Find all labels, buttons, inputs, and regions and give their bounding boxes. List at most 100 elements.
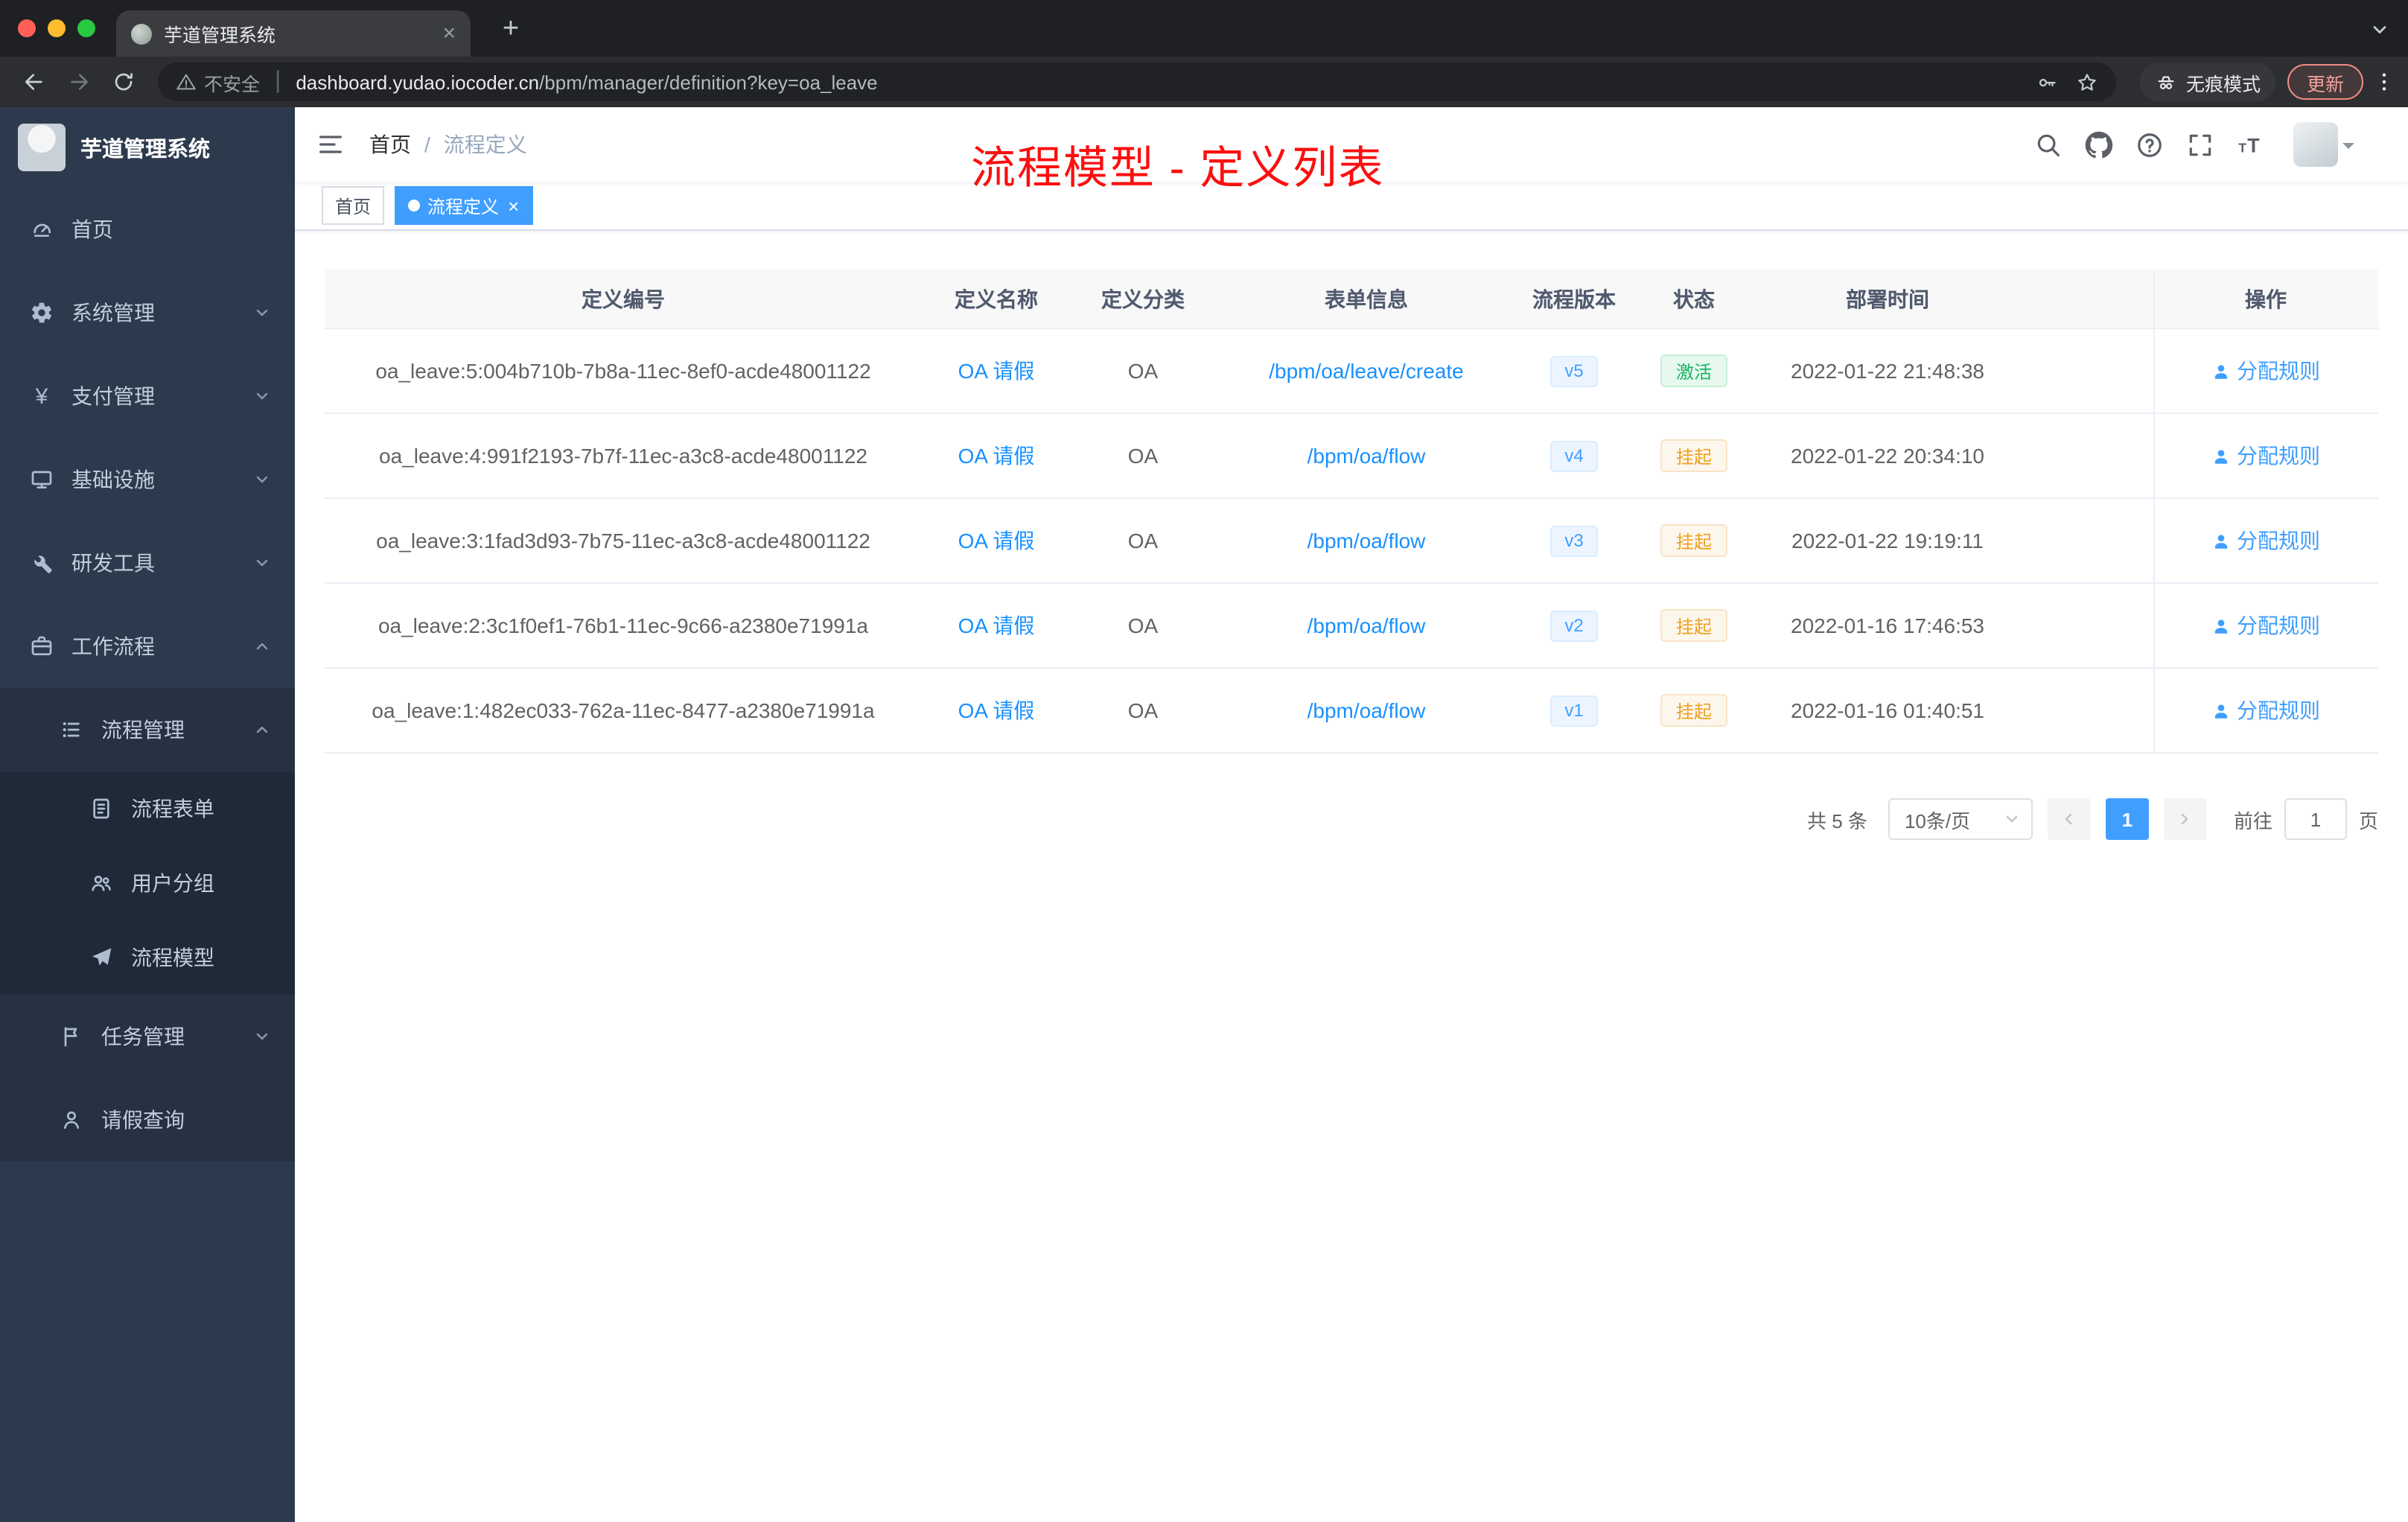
security-status[interactable]: 不安全: [176, 68, 260, 96]
goto-page-input[interactable]: [2284, 798, 2347, 840]
sidebar-item-label: 流程表单: [131, 797, 214, 821]
fullscreen-icon[interactable]: [2186, 130, 2214, 159]
sidebar-item-system[interactable]: 系统管理: [0, 271, 295, 354]
process-version: v2: [1517, 584, 1631, 667]
font-size-icon[interactable]: T T: [2237, 130, 2265, 159]
address-bar[interactable]: 不安全 | dashboard.yudao.iocoder.cn/bpm/man…: [158, 63, 2116, 101]
tab-favicon-icon: [131, 23, 152, 44]
assign-rule-link[interactable]: 分配规则: [2237, 356, 2320, 386]
col-header: 流程版本: [1532, 287, 1616, 311]
url-text: dashboard.yudao.iocoder.cn/bpm/manager/d…: [296, 71, 877, 93]
form-info: /bpm/oa/flow: [1307, 614, 1426, 637]
tag-home[interactable]: 首页: [322, 186, 385, 225]
assign-rule-link[interactable]: 分配规则: [2237, 526, 2320, 555]
chevron-down-icon: [256, 392, 268, 400]
chevron-left-icon: [2065, 813, 2073, 825]
sidebar-item-home[interactable]: 首页: [0, 188, 295, 271]
user-icon: [2214, 704, 2228, 718]
sidebar-item-user-groups[interactable]: 用户分组: [0, 846, 295, 920]
sidebar-item-label: 工作流程: [71, 634, 155, 658]
maximize-window-button[interactable]: [77, 19, 95, 37]
annotation-overlay: 流程模型 - 定义列表: [971, 144, 1385, 194]
close-window-button[interactable]: [18, 19, 36, 37]
definition-category: OA: [1127, 359, 1159, 383]
deploy-time: 2022-01-22 19:19:11: [1791, 529, 1984, 553]
sidebar-item-devtools[interactable]: 研发工具: [0, 521, 295, 605]
definition-id: oa_leave:1:482ec033-762a-11ec-8477-a2380…: [372, 698, 875, 722]
forward-button[interactable]: [57, 61, 101, 103]
user-icon: [2214, 449, 2228, 463]
next-page-button[interactable]: [2163, 798, 2207, 840]
browser-menu-icon[interactable]: [2372, 70, 2396, 94]
tab-search-icon[interactable]: [2369, 19, 2390, 40]
sidebar-item-label: 支付管理: [71, 384, 155, 408]
sidebar-item-task-management[interactable]: 任务管理: [0, 995, 295, 1078]
help-icon[interactable]: [2135, 130, 2164, 159]
assign-rule-link[interactable]: 分配规则: [2237, 611, 2320, 640]
filler-cell: [2018, 414, 2153, 497]
page-size-select[interactable]: 10条/页: [1888, 798, 2033, 840]
sidebar-item-payment[interactable]: ¥ 支付管理: [0, 354, 295, 438]
col-header: 表单信息: [1325, 287, 1408, 311]
status: 挂起: [1631, 669, 1757, 752]
breadcrumb-home[interactable]: 首页: [369, 130, 411, 159]
github-icon[interactable]: [2085, 130, 2113, 159]
definition-category: OA: [1127, 444, 1159, 468]
sidebar: 芋道管理系统 首页 系统管理 ¥ 支付管理 基础设施 研发工具 工作流程 流程管…: [0, 107, 295, 1522]
bookmark-star-icon[interactable]: [2076, 71, 2098, 93]
new-tab-button[interactable]: +: [494, 13, 527, 46]
user-icon: [2214, 619, 2228, 633]
status-badge: 挂起: [1660, 694, 1727, 727]
definition-name: OA 请假: [958, 529, 1035, 553]
users-icon: [92, 876, 111, 891]
omnibox-divider: |: [275, 69, 281, 94]
user-avatar[interactable]: [2293, 122, 2338, 167]
traffic-lights: [18, 19, 95, 37]
sidebar-item-process-management[interactable]: 流程管理: [0, 688, 295, 771]
table-row: oa_leave:2:3c1f0ef1-76b1-11ec-9c66-a2380…: [325, 584, 2378, 669]
sidebar-item-process-forms[interactable]: 流程表单: [0, 771, 295, 846]
user-menu[interactable]: [2293, 122, 2354, 167]
user-icon: [2214, 534, 2228, 548]
sidebar-item-leave-query[interactable]: 请假查询: [0, 1078, 295, 1162]
url-host: dashboard.yudao.iocoder.cn: [296, 71, 540, 93]
filler-cell: [2018, 499, 2153, 582]
form-info: /bpm/oa/flow: [1307, 698, 1426, 722]
sidebar-item-process-models[interactable]: 流程模型: [0, 920, 295, 995]
sidebar-item-infrastructure[interactable]: 基础设施: [0, 438, 295, 521]
definition-name: OA 请假: [958, 698, 1035, 722]
tag-process-definition[interactable]: 流程定义 ×: [395, 186, 533, 225]
status-badge: 挂起: [1660, 609, 1727, 642]
table-row: oa_leave:5:004b710b-7b8a-11ec-8ef0-acde4…: [325, 329, 2378, 414]
reload-button[interactable]: [101, 61, 146, 103]
assign-rule-link[interactable]: 分配规则: [2237, 695, 2320, 725]
assign-rule-link[interactable]: 分配规则: [2237, 441, 2320, 471]
page-number-current[interactable]: 1: [2105, 798, 2149, 840]
sidebar-item-label: 流程模型: [131, 946, 214, 969]
app-logo-row[interactable]: 芋道管理系统: [0, 107, 295, 188]
search-icon[interactable]: [2034, 130, 2063, 159]
warning-icon: [176, 74, 196, 90]
form-info: /bpm/oa/leave/create: [1269, 359, 1464, 383]
sidebar-item-label: 系统管理: [71, 301, 155, 325]
minimize-window-button[interactable]: [48, 19, 66, 37]
row-actions: 分配规则: [2153, 499, 2378, 582]
definition-name: OA 请假: [958, 359, 1035, 383]
tab-close-icon[interactable]: ×: [442, 22, 456, 45]
sidebar-item-workflow[interactable]: 工作流程: [0, 605, 295, 688]
caret-down-icon: [2342, 143, 2354, 155]
col-header: 定义名称: [955, 287, 1038, 311]
prev-page-button[interactable]: [2047, 798, 2091, 840]
tag-close-icon[interactable]: ×: [508, 194, 519, 217]
row-actions: 分配规则: [2153, 669, 2378, 752]
back-button[interactable]: [12, 61, 57, 103]
process-version: v1: [1517, 669, 1631, 752]
chrome-update-button[interactable]: 更新: [2287, 64, 2363, 100]
main-area: 首页 / 流程定义 T T 流程模型 - 定义列表 首页 流程定义 × 定义编号…: [295, 107, 2408, 1522]
dashboard-icon: [34, 223, 51, 237]
breadcrumb-current: 流程定义: [443, 133, 527, 156]
filler-cell: [2018, 669, 2153, 752]
password-key-icon[interactable]: [2036, 71, 2058, 93]
browser-tab[interactable]: 芋道管理系统 ×: [116, 10, 471, 57]
hamburger-icon[interactable]: [316, 130, 345, 159]
